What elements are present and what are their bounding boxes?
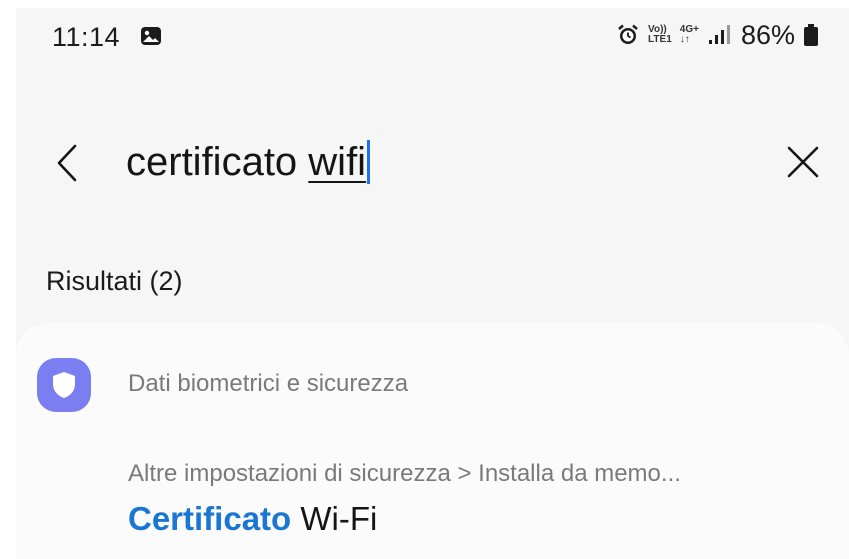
status-time: 11:14 [52,22,121,52]
back-button[interactable] [50,141,84,185]
gallery-icon [141,27,161,45]
result-path: Altre impostazioni di sicurezza > Instal… [128,460,681,487]
search-query-composing: wifi [308,139,367,184]
result-category: Dati biometrici e sicurezza [128,370,409,397]
result-title-highlight: Certificato [128,500,292,537]
battery-icon [804,24,818,46]
volte-indicator: Vo)) LTE1 [648,25,672,45]
close-icon [787,146,819,178]
network-4g-indicator: 4G+ ↓↑ [680,25,699,45]
lte-label: LTE1 [648,34,672,45]
results-count-heading: Risultati (2) [46,266,183,296]
data-arrows-label: ↓↑ [679,34,690,45]
status-icons: Vo)) LTE1 4G+ ↓↑ 86% [616,20,819,50]
back-icon [57,144,77,182]
clear-search-button[interactable] [783,142,823,182]
signal-icon [708,25,730,44]
search-query-text: certificato [126,139,309,184]
alarm-icon [618,24,638,44]
shield-icon [53,372,75,398]
battery-percent: 86% [740,19,795,50]
result-title-rest: Wi-Fi [291,500,378,537]
results-card: Dati biometrici e sicurezza Altre impost… [16,323,849,559]
search-input[interactable]: certificato wifi [126,136,371,188]
settings-search-screen: 11:14 Vo)) LTE1 4G+ ↓↑ 86% certificato w… [16,8,849,559]
category-badge [37,358,91,412]
text-caret [367,140,371,184]
result-title: Certificato Wi-Fi [128,500,377,538]
